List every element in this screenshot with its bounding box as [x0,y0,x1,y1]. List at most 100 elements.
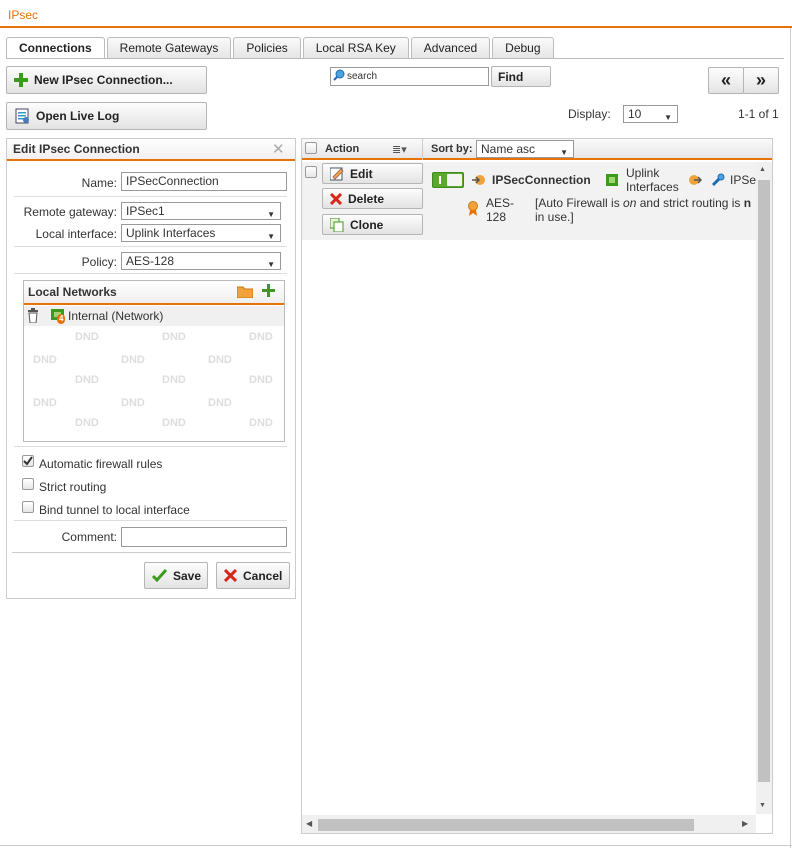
local-networks-title: Local Networks [28,285,117,299]
frame-edge [0,845,792,846]
search-icon [333,69,345,84]
dnd-placeholder: DND [208,354,232,366]
gateway-icon [711,173,725,190]
note-line-2: in use.] [535,210,574,224]
folder-icon[interactable] [236,285,254,301]
dnd-placeholder: DND [208,397,232,409]
comment-field[interactable] [121,527,287,547]
close-icon[interactable]: ✕ [272,140,285,158]
window-title: IPsec [8,8,39,22]
tab-advanced[interactable]: Advanced [410,37,491,58]
policy-line-1: AES- [486,196,515,210]
checkmark-icon [152,569,167,582]
note-text: and strict routing is [636,196,744,210]
policy-name: AES- 128 [486,196,514,224]
scroll-down-icon[interactable]: ▼ [759,802,766,809]
open-live-log-label: Open Live Log [36,109,120,123]
frame-edge [790,28,791,848]
horizontal-scroll-thumb[interactable] [318,819,694,831]
tab-divider [6,58,784,59]
strict-routing-checkbox[interactable] [22,478,34,490]
tab-policies[interactable]: Policies [233,37,301,58]
bind-tunnel-checkbox[interactable] [22,501,34,513]
scroll-right-icon[interactable]: ▶ [742,819,748,828]
search-input[interactable]: search [330,67,489,86]
tab-debug[interactable]: Debug [492,37,554,58]
name-field[interactable]: IPSecConnection [121,172,287,191]
dnd-placeholder: DND [75,374,99,386]
policy-label: Policy: [81,255,117,269]
delete-button[interactable]: Delete [322,188,423,209]
open-live-log-button[interactable]: Open Live Log [6,102,207,130]
sort-label: Sort by: [431,143,473,155]
divider [14,520,287,521]
remote-gateway-value: IPSec1 [126,204,165,218]
sort-value: Name asc [481,142,536,156]
note-text: [Auto Firewall is [535,196,624,210]
local-interface-value: Uplink Interfaces [126,226,216,240]
remote-gateway-select[interactable]: IPSec1 ▼ [121,202,281,220]
dnd-placeholder: DND [33,354,57,366]
edit-button[interactable]: Edit [322,163,423,184]
title-divider [0,26,792,28]
chevron-down-icon: ▼ [267,260,275,269]
chevron-down-icon: ▼ [267,232,275,241]
connection-icon [472,174,486,189]
gateway-name: IPSe [730,173,756,187]
vertical-scroll-thumb[interactable] [758,180,770,782]
page-count: 1-1 of 1 [738,107,779,121]
dnd-placeholder: DND [33,397,57,409]
connection-name[interactable]: IPSecConnection [492,173,591,187]
interface-line-2: Interfaces [626,180,679,194]
policy-select[interactable]: AES-128 ▼ [121,252,281,270]
enable-toggle[interactable] [432,172,464,188]
auto-firewall-checkbox[interactable] [22,455,34,467]
divider [12,552,291,553]
dnd-placeholder: DND [249,331,273,343]
find-button[interactable]: Find [491,66,551,87]
divider [14,246,287,247]
network-item-label: Internal (Network) [68,309,164,323]
tab-bar: Connections Remote Gateways Policies Loc… [6,37,554,59]
policy-value: AES-128 [126,254,175,268]
divider [14,273,287,274]
scroll-up-icon[interactable]: ▲ [759,166,766,173]
tab-remote-gateways[interactable]: Remote Gateways [106,37,232,58]
edit-panel-title: Edit IPsec Connection [13,142,140,156]
tab-connections[interactable]: Connections [6,37,105,59]
row-checkbox[interactable] [305,166,317,178]
interface-icon [606,174,620,190]
plus-icon[interactable] [262,284,275,300]
column-menu-icon[interactable]: ≣▾ [392,143,407,156]
interface-line-1: Uplink [626,166,660,180]
close-icon [224,569,237,582]
chevron-down-icon: ▼ [267,210,275,219]
clone-label: Clone [350,217,384,232]
dnd-placeholder: DND [121,397,145,409]
tab-local-rsa-key[interactable]: Local RSA Key [302,37,409,58]
new-connection-button[interactable]: New IPsec Connection... [6,66,207,94]
display-count-select[interactable]: 10 ▼ [623,105,678,123]
local-interface-select[interactable]: Uplink Interfaces ▼ [121,224,281,242]
connections-grid [301,138,773,834]
column-divider [422,139,423,160]
next-page-button[interactable]: » [743,67,779,94]
scroll-left-icon[interactable]: ◀ [306,819,312,828]
select-all-checkbox[interactable] [305,142,317,154]
local-interface-label: Local interface: [35,227,117,241]
dnd-placeholder: DND [75,331,99,343]
action-column-header: Action [325,143,360,155]
new-connection-label: New IPsec Connection... [34,73,173,87]
save-button[interactable]: Save [144,562,208,589]
note-strict-state: n [743,196,752,210]
edit-icon [330,167,344,181]
sort-select[interactable]: Name asc ▼ [476,140,574,158]
trash-icon[interactable] [27,308,39,326]
plus-icon [14,73,28,87]
clone-button[interactable]: Clone [322,214,423,235]
delete-label: Delete [348,191,385,206]
chevron-down-icon: ▼ [560,148,568,157]
previous-page-button[interactable]: « [708,67,744,94]
cancel-button[interactable]: Cancel [216,562,290,589]
dnd-placeholder: DND [121,354,145,366]
